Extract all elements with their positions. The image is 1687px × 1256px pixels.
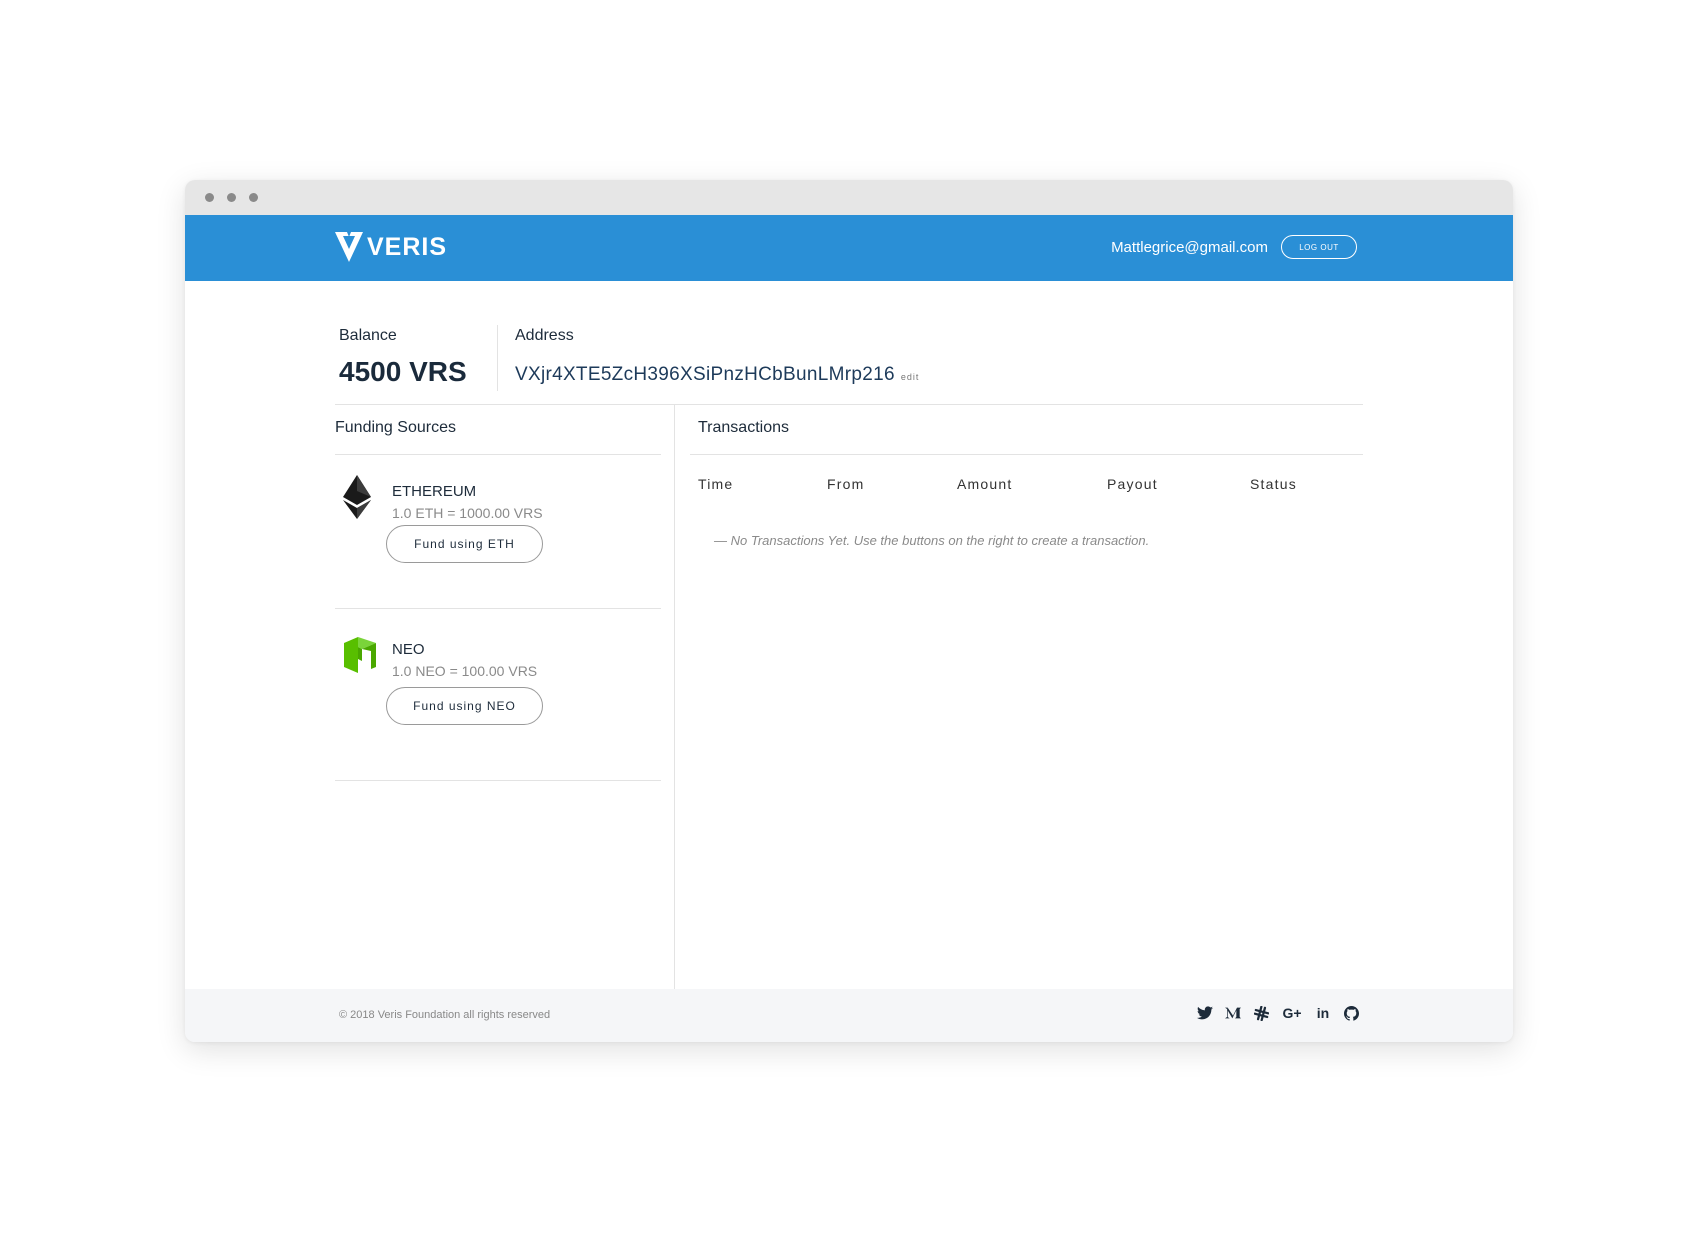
column-divider (674, 405, 675, 989)
medium-icon[interactable] (1225, 1004, 1241, 1022)
source-rate: 1.0 NEO = 100.00 VRS (392, 663, 538, 679)
transactions-title: Transactions (698, 419, 789, 436)
address-label: Address (515, 327, 574, 344)
window-dot-maximize[interactable] (249, 193, 258, 202)
copyright-text: © 2018 Veris Foundation all rights reser… (339, 1009, 551, 1021)
logout-button[interactable]: LOG OUT (1281, 235, 1357, 259)
slack-icon[interactable] (1253, 1004, 1269, 1022)
github-icon[interactable] (1343, 1004, 1359, 1022)
address-row: VXjr4XTE5ZcH396XSiPnzHCbBunLMrp216 edit (515, 364, 919, 386)
ethereum-icon (343, 475, 371, 519)
empty-transactions-message: — No Transactions Yet. Use the buttons o… (714, 533, 1150, 548)
top-navbar: VERIS Mattlegrice@gmail.com LOG OUT (185, 215, 1513, 281)
funding-sources-title: Funding Sources (335, 419, 456, 436)
window-dot-close[interactable] (205, 193, 214, 202)
edit-address-link[interactable]: edit (901, 372, 920, 382)
main-content: Balance 4500 VRS Address VXjr4XTE5ZcH396… (185, 281, 1513, 989)
column-header-amount[interactable]: Amount (957, 476, 1012, 492)
veris-logo[interactable]: VERIS (335, 232, 447, 262)
column-header-payout[interactable]: Payout (1107, 476, 1158, 492)
veris-logo-icon (335, 232, 363, 262)
balance-label: Balance (339, 327, 397, 344)
address-value: VXjr4XTE5ZcH396XSiPnzHCbBunLMrp216 (515, 364, 895, 385)
column-header-status[interactable]: Status (1250, 476, 1297, 492)
twitter-icon[interactable] (1197, 1004, 1213, 1022)
fund-eth-button[interactable]: Fund using ETH (386, 525, 543, 563)
window-titlebar (185, 180, 1513, 215)
user-email: Mattlegrice@gmail.com (1111, 239, 1268, 256)
footer: © 2018 Veris Foundation all rights reser… (185, 989, 1513, 1042)
column-header-time[interactable]: Time (698, 476, 733, 492)
fund-neo-button[interactable]: Fund using NEO (386, 687, 543, 725)
balance-value: 4500 VRS (339, 356, 467, 387)
source-name: NEO (392, 641, 425, 658)
balance-address-divider (497, 325, 498, 391)
neo-icon (344, 637, 376, 673)
funding-source-divider (335, 608, 661, 609)
column-header-from[interactable]: From (827, 476, 864, 492)
browser-window: VERIS Mattlegrice@gmail.com LOG OUT Bala… (185, 180, 1513, 1042)
source-rate: 1.0 ETH = 1000.00 VRS (392, 505, 543, 521)
funding-bottom-divider (335, 780, 661, 781)
window-dot-minimize[interactable] (227, 193, 236, 202)
source-name: ETHEREUM (392, 483, 477, 500)
header-divider (335, 404, 1363, 405)
linkedin-icon[interactable]: in (1315, 1004, 1331, 1022)
social-links: G+ in (1197, 1004, 1359, 1022)
funding-title-divider (335, 454, 661, 455)
logo-text: VERIS (367, 232, 448, 261)
transactions-title-divider (690, 454, 1363, 455)
google-plus-icon[interactable]: G+ (1281, 1004, 1303, 1022)
